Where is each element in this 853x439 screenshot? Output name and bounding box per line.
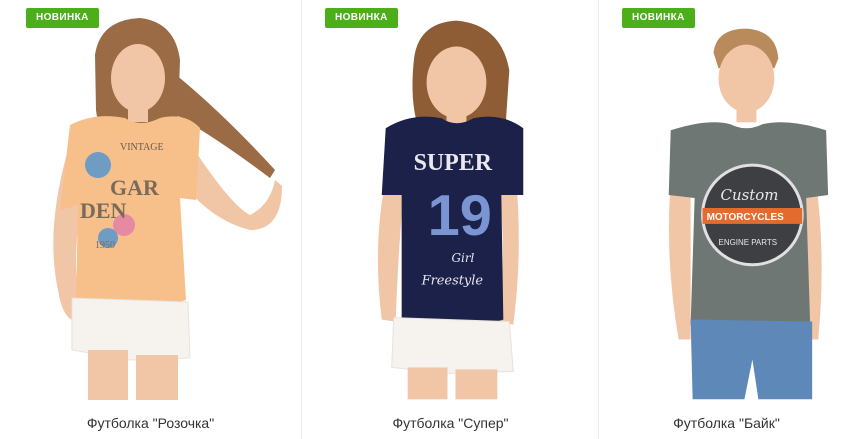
svg-text:ENGINE PARTS: ENGINE PARTS [719,238,777,247]
svg-text:DEN: DEN [80,198,127,223]
product-card-1[interactable]: VINTAGE GAR DEN 1950 НОВИНКА Футболка "Р… [0,0,301,439]
new-badge: НОВИНКА [325,8,398,28]
svg-text:GAR: GAR [110,175,160,200]
svg-text:SUPER: SUPER [414,150,493,176]
svg-text:MOTORCYCLES: MOTORCYCLES [707,212,785,223]
svg-text:Freestyle: Freestyle [421,274,484,289]
new-badge: НОВИНКА [26,8,99,28]
product-image-2[interactable]: SUPER 19 Girl Freestyle [302,0,598,400]
product-image-1[interactable]: VINTAGE GAR DEN 1950 [0,0,301,400]
svg-text:VINTAGE: VINTAGE [120,142,164,153]
svg-text:Custom: Custom [721,186,779,204]
product-image-3[interactable]: Custom MOTORCYCLES ENGINE PARTS [599,0,853,400]
product-title[interactable]: Футболка "Супер" [302,415,599,431]
new-badge: НОВИНКА [622,8,695,28]
product-title[interactable]: Футболка "Байк" [599,415,853,431]
svg-text:1950: 1950 [95,240,115,251]
svg-text:19: 19 [428,184,492,248]
product-card-3[interactable]: Custom MOTORCYCLES ENGINE PARTS НОВИНКА … [598,0,853,439]
product-card-2[interactable]: SUPER 19 Girl Freestyle НОВИНКА Футболка… [301,0,598,439]
product-grid: VINTAGE GAR DEN 1950 НОВИНКА Футболка "Р… [0,0,853,439]
product-title[interactable]: Футболка "Розочка" [0,415,301,431]
svg-text:Girl: Girl [451,251,474,265]
